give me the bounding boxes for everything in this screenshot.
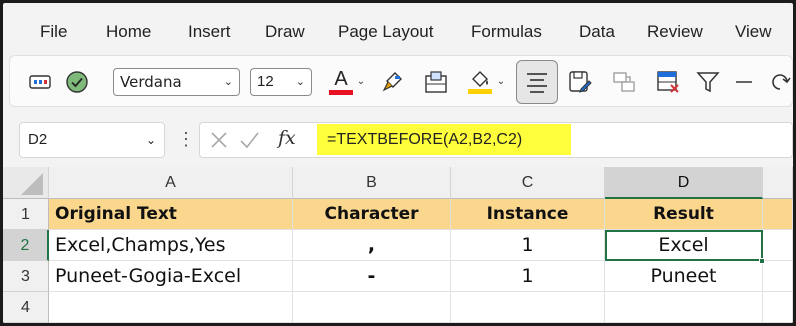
cell-a4[interactable] [49, 292, 293, 323]
font-size-value: 12 [257, 73, 274, 90]
cell-c3[interactable]: 1 [451, 261, 605, 292]
cell-d3[interactable]: Puneet [605, 261, 763, 292]
fill-color-swatch [468, 88, 492, 94]
insert-function-icon[interactable]: fx [278, 127, 296, 149]
menu-view[interactable]: View [735, 22, 772, 42]
align-center-button[interactable] [516, 60, 558, 104]
fill-color-button[interactable] [466, 64, 494, 98]
clear-format-icon[interactable] [654, 68, 682, 96]
cell-c2[interactable]: 1 [451, 230, 605, 261]
cell-a2[interactable]: Excel,Champs,Yes [49, 230, 293, 261]
spreadsheet-grid: A B C D 1 2 3 4 Original Text Character … [3, 167, 793, 323]
filter-icon[interactable] [694, 68, 722, 96]
minus-icon[interactable] [732, 68, 756, 96]
cell-e1[interactable] [763, 199, 793, 230]
row-header-3[interactable]: 3 [3, 261, 49, 292]
cell-b1[interactable]: Character [293, 199, 451, 230]
row-header-2[interactable]: 2 [3, 230, 49, 261]
more-options-icon[interactable]: ⋮ [177, 129, 195, 149]
cancel-icon[interactable] [208, 129, 230, 156]
menu-data[interactable]: Data [579, 22, 615, 42]
cell-e3[interactable] [763, 261, 793, 292]
check-circle-icon[interactable] [64, 69, 90, 95]
chevron-down-icon: ⌄ [295, 76, 305, 88]
cell-c4[interactable] [451, 292, 605, 323]
ribbon-toolbar: Verdana ⌄ 12 ⌄ A ⌄ ⌄ [9, 55, 793, 107]
chevron-down-icon[interactable]: ⌄ [496, 74, 506, 88]
font-color-letter: A [334, 67, 348, 90]
menu-insert[interactable]: Insert [188, 22, 231, 42]
cell-b2[interactable]: , [293, 230, 451, 261]
fill-handle[interactable] [759, 258, 765, 264]
font-size-select[interactable]: 12 ⌄ [250, 68, 312, 96]
excel-window: File Home Insert Draw Page Layout Formul… [3, 3, 793, 323]
cell-d2[interactable]: Excel [605, 230, 763, 261]
font-name-select[interactable]: Verdana ⌄ [113, 68, 240, 96]
cell-e2[interactable] [763, 230, 793, 261]
column-header-e[interactable] [763, 167, 793, 199]
font-name-value: Verdana [120, 73, 182, 91]
cell-a3[interactable]: Puneet-Gogia-Excel [49, 261, 293, 292]
row-header-1[interactable]: 1 [3, 199, 49, 230]
format-painter-icon[interactable] [380, 69, 406, 95]
chevron-down-icon[interactable]: ⌄ [146, 123, 156, 157]
cell-b4[interactable] [293, 292, 451, 323]
column-header-a[interactable]: A [49, 167, 293, 199]
column-header-c[interactable]: C [451, 167, 605, 199]
menu-bar: File Home Insert Draw Page Layout Formul… [3, 3, 793, 49]
enter-check-icon[interactable] [238, 129, 260, 156]
row-header-4[interactable]: 4 [3, 292, 49, 323]
cell-styles-icon[interactable] [422, 68, 450, 96]
name-box-value: D2 [28, 131, 48, 148]
menu-review[interactable]: Review [647, 22, 703, 42]
merge-cells-icon[interactable] [610, 68, 638, 96]
cell-a1[interactable]: Original Text [49, 199, 293, 230]
cell-e4[interactable] [763, 292, 793, 323]
column-header-d[interactable]: D [605, 167, 763, 199]
menu-file[interactable]: File [40, 22, 67, 42]
chevron-down-icon[interactable]: ⌄ [356, 74, 366, 88]
menu-draw[interactable]: Draw [265, 22, 305, 42]
formula-text[interactable]: =TEXTBEFORE(A2,B2,C2) [317, 124, 571, 155]
cell-b3[interactable]: - [293, 261, 451, 292]
menu-page-layout[interactable]: Page Layout [338, 22, 433, 42]
font-color-swatch [329, 89, 353, 95]
font-color-button[interactable]: A [328, 64, 354, 98]
select-all-corner[interactable] [3, 167, 49, 199]
undo-icon[interactable] [768, 68, 792, 96]
cell-d1[interactable]: Result [605, 199, 763, 230]
cell-c1[interactable]: Instance [451, 199, 605, 230]
menu-formulas[interactable]: Formulas [471, 22, 542, 42]
cell-d4[interactable] [605, 292, 763, 323]
column-header-b[interactable]: B [293, 167, 451, 199]
form-icon[interactable] [28, 71, 52, 93]
save-edit-icon[interactable] [566, 68, 594, 96]
name-box[interactable]: D2 ⌄ [19, 122, 165, 158]
menu-home[interactable]: Home [106, 22, 151, 42]
chevron-down-icon: ⌄ [223, 75, 233, 88]
